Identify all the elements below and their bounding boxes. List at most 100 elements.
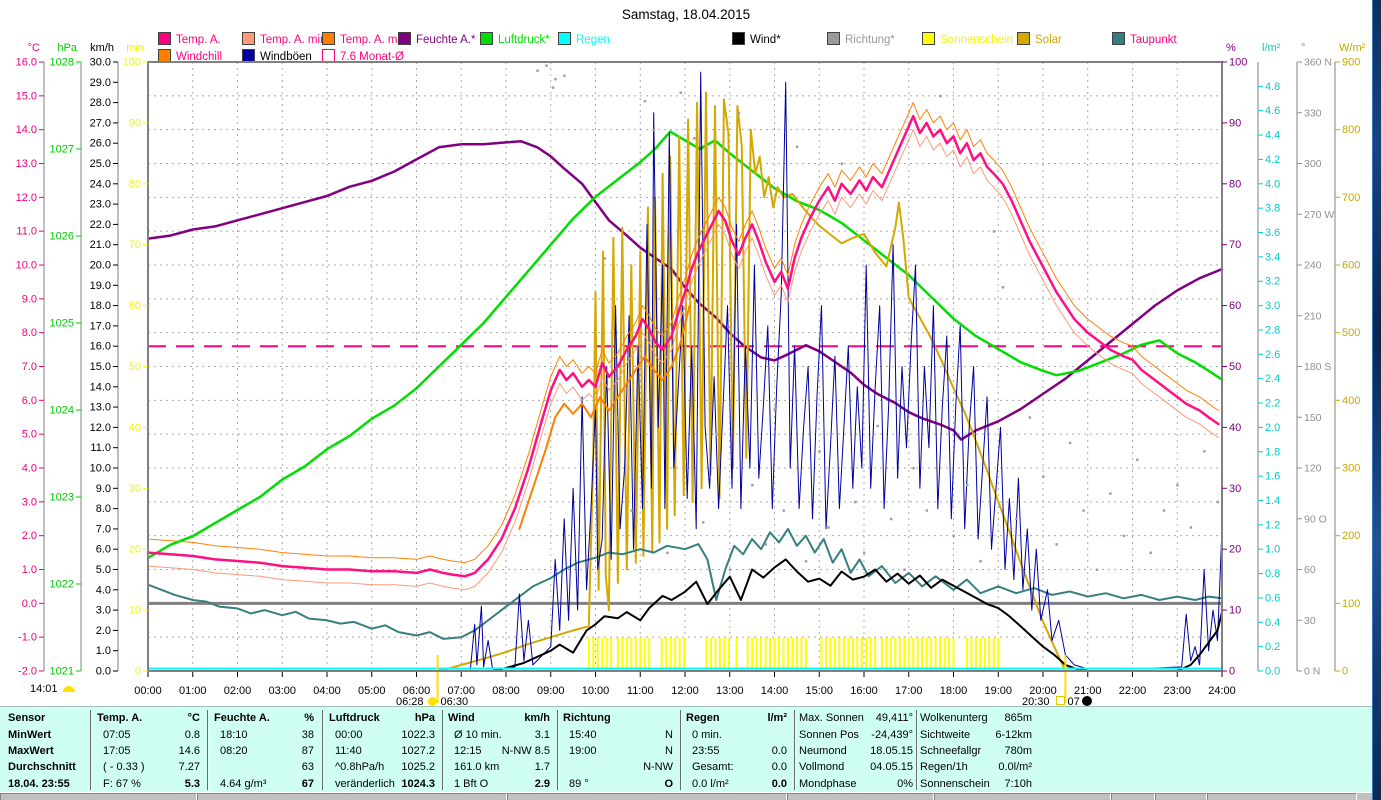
weather-chart: -2.0 -1.0 0.0 1.0 2.0 3.0 4.0 5.0 6.0 7.0 8.0 9.0 10… [16, 42, 1366, 703]
svg-text:10:00: 10:00 [582, 685, 610, 697]
svg-text:8.0: 8.0 [96, 503, 111, 515]
table-row-label: Sensor [8, 712, 46, 724]
table-separator [794, 710, 796, 790]
svg-text:300: 300 [1304, 158, 1322, 170]
svg-text:11.0: 11.0 [16, 226, 37, 238]
svg-text:0.8: 0.8 [1265, 568, 1280, 580]
table-cell-value: 38 [301, 729, 314, 741]
svg-text:180 S: 180 S [1304, 361, 1331, 373]
svg-text:240: 240 [1304, 260, 1322, 272]
table-cell-value: 1024.3 [401, 778, 435, 790]
svg-text:15.0: 15.0 [16, 90, 37, 102]
new-moon-icon [1081, 696, 1092, 706]
svg-text:04:00: 04:00 [313, 685, 341, 697]
svg-text:l/m²: l/m² [1262, 42, 1281, 54]
svg-text:90 O: 90 O [1304, 513, 1327, 525]
svg-text:1.8: 1.8 [1265, 446, 1280, 458]
svg-text:10.0: 10.0 [16, 260, 37, 272]
table-cell-value: 7.27 [178, 761, 200, 773]
svg-text:4.0: 4.0 [96, 584, 111, 596]
table-separator [90, 710, 92, 790]
svg-text:14:00: 14:00 [761, 685, 789, 697]
info-value: 780m [1004, 745, 1032, 757]
table-separator [557, 710, 559, 790]
svg-text:14.0: 14.0 [90, 381, 111, 393]
svg-text:17.0: 17.0 [90, 320, 111, 332]
svg-text:7.0: 7.0 [96, 523, 111, 535]
status-segment [197, 793, 507, 800]
table-cell-value: 0.0 [771, 778, 787, 790]
svg-text:30: 30 [1229, 483, 1241, 495]
svg-text:1024: 1024 [50, 405, 74, 417]
svg-text:2.2: 2.2 [1265, 398, 1280, 410]
svg-text:23:00: 23:00 [1163, 685, 1191, 697]
svg-text:100: 100 [1342, 598, 1360, 610]
table-group-unit: l/m² [767, 712, 787, 724]
svg-text:3.0: 3.0 [22, 496, 37, 508]
svg-text:02:00: 02:00 [224, 685, 252, 697]
svg-text:30: 30 [1304, 615, 1316, 627]
svg-text:14.0: 14.0 [16, 124, 37, 136]
table-group-unit: hPa [414, 712, 435, 724]
svg-text:2.0: 2.0 [1265, 422, 1280, 434]
svg-text:25.0: 25.0 [90, 158, 111, 170]
svg-text:800: 800 [1342, 124, 1360, 136]
svg-text:4.0: 4.0 [1265, 178, 1280, 190]
svg-text:24:00: 24:00 [1208, 685, 1236, 697]
svg-text:19:00: 19:00 [984, 685, 1012, 697]
svg-text:400: 400 [1342, 395, 1360, 407]
svg-text:08:00: 08:00 [492, 685, 520, 697]
svg-text:20: 20 [1229, 544, 1241, 556]
svg-text:1025: 1025 [50, 318, 74, 330]
table-cell-value: 0.8 [184, 729, 200, 741]
svg-text:12:00: 12:00 [671, 685, 699, 697]
svg-text:6.0: 6.0 [22, 395, 37, 407]
svg-text:0.6: 0.6 [1265, 592, 1280, 604]
table-cell-time: 0 min. [692, 729, 722, 741]
svg-text:-2.0: -2.0 [18, 666, 37, 678]
svg-text:5.0: 5.0 [96, 564, 111, 576]
svg-text:26.0: 26.0 [90, 138, 111, 150]
desktop-edge-strip [1372, 0, 1381, 800]
svg-text:60: 60 [1229, 300, 1241, 312]
sunrise-icon [427, 697, 437, 706]
svg-text:00:00: 00:00 [134, 685, 162, 697]
table-cell-value: N-NW 8.5 [501, 745, 550, 757]
svg-text:210: 210 [1304, 310, 1322, 322]
info-value: 0% [897, 778, 913, 790]
svg-text:17:00: 17:00 [895, 685, 923, 697]
table-cell-value: N [665, 729, 673, 741]
table-cell-value: 1025.2 [401, 761, 435, 773]
info-value: 7:10h [1004, 778, 1032, 790]
svg-text:50: 50 [1229, 361, 1241, 373]
axis-lm: 0.0 0.2 0.4 0.6 0.8 1.0 1.2 1.4 1.6 1.8 2.0 2.2 2.4 2… [1257, 42, 1281, 678]
svg-text:1.6: 1.6 [1265, 471, 1280, 483]
table-group-unit: °C [187, 712, 200, 724]
svg-text:28.0: 28.0 [90, 97, 111, 109]
svg-text:70: 70 [129, 239, 141, 251]
svg-text:1.0: 1.0 [1265, 544, 1280, 556]
table-cell-value: 63 [301, 761, 314, 773]
table-cell-value: 14.6 [178, 745, 200, 757]
svg-text:0: 0 [1342, 666, 1348, 678]
svg-text:18.0: 18.0 [90, 300, 111, 312]
svg-text:°: ° [1301, 42, 1305, 54]
svg-text:01:00: 01:00 [179, 685, 207, 697]
svg-text:0.0: 0.0 [96, 666, 111, 678]
table-cell-value: N [665, 745, 673, 757]
svg-text:200: 200 [1342, 530, 1360, 542]
svg-text:80: 80 [129, 178, 141, 190]
svg-text:3.4: 3.4 [1265, 251, 1280, 263]
svg-text:2.0: 2.0 [96, 625, 111, 637]
svg-text:1023: 1023 [50, 492, 74, 504]
axis-hPa: 1021 1022 1023 1024 1025 1026 1027 1028 hPa [50, 42, 82, 678]
svg-text:300: 300 [1342, 463, 1360, 475]
svg-text:70: 70 [1229, 239, 1241, 251]
svg-text:4.0: 4.0 [22, 463, 37, 475]
svg-text:3.2: 3.2 [1265, 276, 1280, 288]
svg-text:15:00: 15:00 [805, 685, 833, 697]
x-axis: 00:00 01:00 02:00 03:00 04:00 05:00 06:00 07:00… [134, 672, 1236, 697]
status-segment [1155, 793, 1207, 800]
svg-text:2.6: 2.6 [1265, 349, 1280, 361]
svg-text:1027: 1027 [50, 144, 74, 156]
